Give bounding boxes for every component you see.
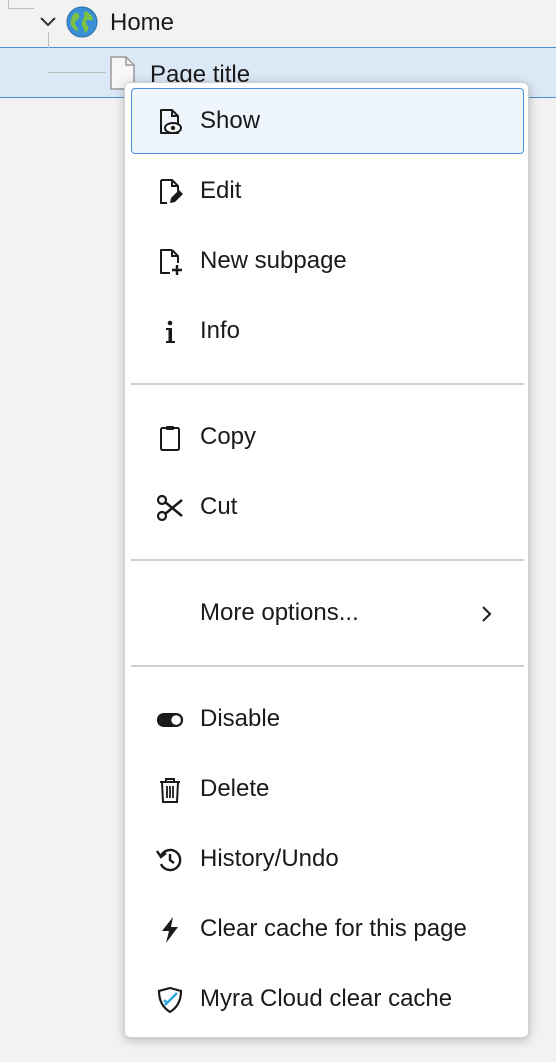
menu-item-more-options[interactable]: More options... (131, 580, 524, 646)
trash-icon (156, 776, 184, 804)
menu-item-label: More options... (200, 599, 359, 626)
menu-item-label: Cut (200, 493, 238, 520)
menu-item-clear-cache[interactable]: Clear cache for this page (131, 896, 524, 962)
menu-item-label: Disable (200, 705, 281, 732)
menu-item-show[interactable]: Show (131, 88, 524, 154)
tree-node-home[interactable]: Home (0, 0, 556, 48)
clipboard-icon (156, 424, 184, 452)
menu-item-label: Info (200, 317, 241, 344)
info-icon (156, 318, 184, 346)
lightning-icon (156, 916, 184, 944)
menu-separator (131, 665, 524, 667)
edit-document-icon (156, 178, 184, 206)
menu-item-history-undo[interactable]: History/Undo (131, 826, 524, 892)
menu-item-new-subpage[interactable]: New subpage (131, 228, 524, 294)
menu-item-edit[interactable]: Edit (131, 158, 524, 224)
menu-item-label: Myra Cloud clear cache (200, 985, 453, 1012)
menu-item-label: History/Undo (200, 845, 339, 872)
menu-item-myra-cloud-clear-cache[interactable]: Myra Cloud clear cache (131, 966, 524, 1032)
menu-item-label: Copy (200, 423, 257, 450)
scissors-icon (156, 494, 184, 522)
menu-item-disable[interactable]: Disable (131, 686, 524, 752)
menu-separator (131, 559, 524, 561)
show-eye-document-icon (156, 108, 184, 136)
history-icon (156, 846, 184, 874)
toggle-icon (156, 706, 184, 734)
tree-connector (48, 72, 106, 73)
chevron-down-icon[interactable] (36, 10, 60, 34)
shield-icon (156, 986, 184, 1014)
context-menu: Show Edit New subpage Info Copy Cut More… (124, 82, 529, 1038)
globe-icon (66, 6, 98, 38)
tree-node-label: Home (110, 9, 175, 36)
menu-item-copy[interactable]: Copy (131, 404, 524, 470)
menu-item-label: Edit (200, 177, 242, 204)
menu-item-label: Clear cache for this page (200, 915, 467, 942)
menu-item-label: Delete (200, 775, 270, 802)
menu-item-info[interactable]: Info (131, 298, 524, 364)
menu-item-delete[interactable]: Delete (131, 756, 524, 822)
menu-separator (131, 383, 524, 385)
menu-item-label: New subpage (200, 247, 347, 274)
chevron-right-icon (479, 601, 495, 627)
new-document-icon (156, 248, 184, 276)
menu-item-cut[interactable]: Cut (131, 474, 524, 540)
menu-item-label: Show (200, 107, 261, 134)
